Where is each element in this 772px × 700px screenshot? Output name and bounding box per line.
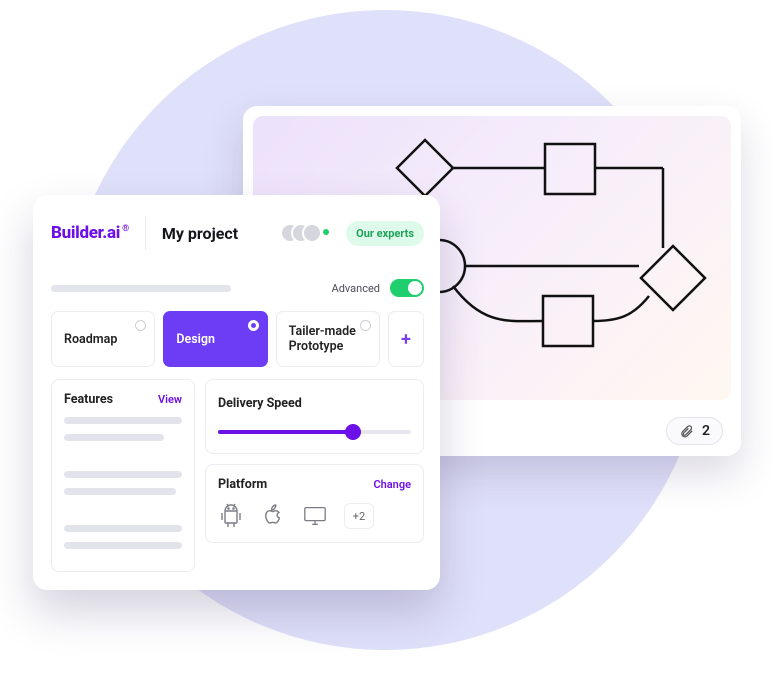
desktop-icon[interactable] bbox=[302, 502, 328, 530]
attachment-chip[interactable]: 2 bbox=[666, 417, 723, 445]
card-header: Builder.ai ® My project Our experts bbox=[51, 211, 424, 255]
delivery-slider[interactable] bbox=[218, 423, 411, 441]
feature-item bbox=[64, 488, 176, 495]
delivery-title: Delivery Speed bbox=[218, 396, 302, 411]
android-icon[interactable] bbox=[218, 502, 244, 530]
progress-bar bbox=[51, 285, 231, 292]
advanced-toggle[interactable] bbox=[390, 279, 424, 297]
feature-item bbox=[64, 542, 182, 549]
platform-more-button[interactable]: +2 bbox=[344, 503, 374, 529]
feature-item bbox=[64, 434, 164, 441]
platform-change-link[interactable]: Change bbox=[373, 478, 411, 491]
radio-checked-icon bbox=[248, 320, 259, 331]
tab-roadmap[interactable]: Roadmap bbox=[51, 311, 155, 367]
presence-indicator-icon bbox=[323, 229, 329, 235]
tab-prototype[interactable]: Tailer-made Prototype bbox=[276, 311, 380, 367]
feature-item bbox=[64, 417, 182, 424]
slider-thumb-icon bbox=[345, 424, 361, 440]
platform-panel: Platform Change bbox=[205, 464, 424, 543]
radio-icon bbox=[135, 320, 146, 331]
feature-item bbox=[64, 471, 182, 478]
radio-icon bbox=[360, 320, 371, 331]
avatar bbox=[302, 223, 322, 243]
attachment-count: 2 bbox=[702, 423, 710, 439]
tab-design[interactable]: Design bbox=[163, 311, 267, 367]
features-panel: Features View bbox=[51, 379, 195, 572]
plus-icon: + bbox=[401, 329, 411, 350]
delivery-panel: Delivery Speed bbox=[205, 379, 424, 454]
advanced-label: Advanced bbox=[332, 282, 380, 295]
platform-title: Platform bbox=[218, 477, 267, 492]
paperclip-icon bbox=[679, 424, 694, 439]
add-tab-button[interactable]: + bbox=[388, 311, 424, 367]
divider bbox=[145, 216, 146, 250]
features-view-link[interactable]: View bbox=[158, 393, 182, 406]
progress-row: Advanced bbox=[51, 279, 424, 297]
apple-icon[interactable] bbox=[260, 502, 286, 530]
project-title: My project bbox=[162, 224, 238, 243]
features-title: Features bbox=[64, 392, 113, 407]
experts-badge[interactable]: Our experts bbox=[346, 221, 424, 246]
project-card: Builder.ai ® My project Our experts Adva… bbox=[33, 195, 440, 590]
feature-item bbox=[64, 525, 182, 532]
brand-logo[interactable]: Builder.ai ® bbox=[51, 223, 129, 243]
tabs: Roadmap Design Tailer-made Prototype + bbox=[51, 311, 424, 367]
